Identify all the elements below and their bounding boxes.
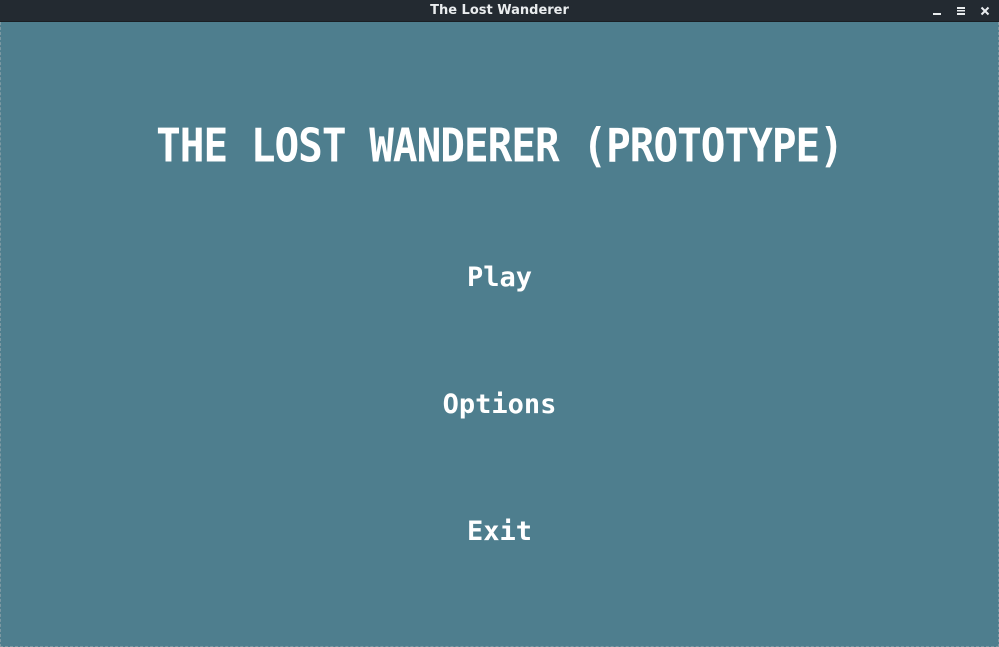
window-titlebar[interactable]: The Lost Wanderer	[0, 0, 999, 22]
maximize-icon	[957, 7, 965, 15]
close-icon	[980, 6, 990, 16]
exit-button[interactable]: Exit	[1, 516, 998, 547]
game-window: The Lost Wanderer THE LOST WANDERER (PRO…	[0, 0, 999, 647]
minimize-button[interactable]	[927, 1, 947, 21]
window-title: The Lost Wanderer	[430, 3, 569, 18]
options-button[interactable]: Options	[1, 389, 998, 420]
minimize-icon	[933, 13, 941, 15]
game-title: THE LOST WANDERER (PROTOTYPE)	[156, 119, 844, 173]
close-button[interactable]	[975, 1, 995, 21]
play-button[interactable]: Play	[1, 262, 998, 293]
maximize-button[interactable]	[951, 1, 971, 21]
window-controls	[927, 0, 995, 22]
game-canvas: THE LOST WANDERER (PROTOTYPE) Play Optio…	[0, 22, 999, 647]
